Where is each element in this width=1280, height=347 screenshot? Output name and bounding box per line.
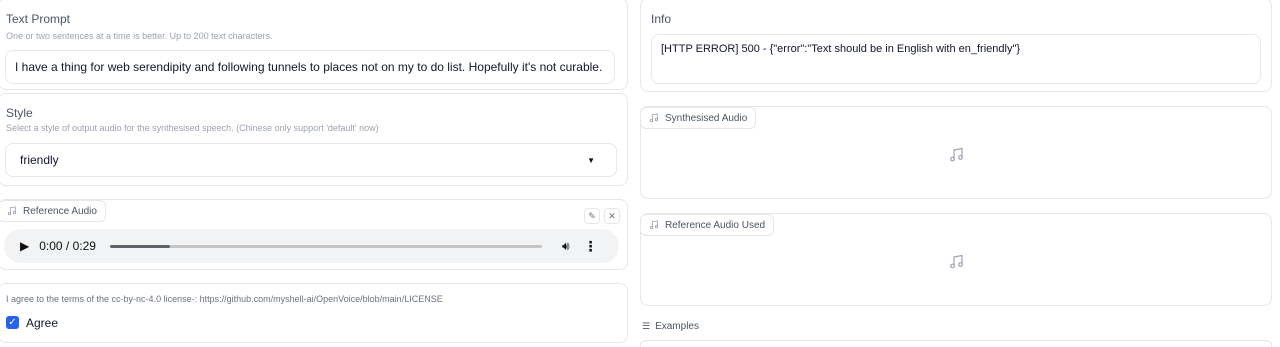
reference-audio-used-chip: Reference Audio Used [640,214,775,236]
info-output: [HTTP ERROR] 500 - {"error":"Text should… [651,34,1261,84]
style-dropdown[interactable]: friendly ▼ [5,143,617,177]
style-panel: Style Select a style of output audio for… [0,93,628,186]
examples-label: Examples [655,321,699,332]
text-prompt-label: Text Prompt [6,12,71,26]
audio-progress-track[interactable] [109,244,542,248]
more-options-icon[interactable]: ⋮ [584,238,598,255]
examples-table [640,340,1272,347]
reference-audio-label: Reference Audio [23,205,97,217]
agree-checkbox[interactable]: ✓ [6,316,19,329]
synthesised-audio-label: Synthesised Audio [665,112,748,124]
agree-label[interactable]: Agree [26,316,58,330]
text-prompt-input[interactable]: I have a thing for web serendipity and f… [5,50,615,84]
audio-player[interactable]: ▶ 0:00 / 0:29 🔊︎ ⋮ [4,229,619,263]
edit-icon[interactable]: ✎ [584,208,600,224]
volume-icon[interactable]: 🔊︎ [562,239,570,254]
audio-time: 0:00 / 0:29 [39,239,96,253]
style-selected-value: friendly [20,153,59,167]
audio-progress-fill [109,244,171,248]
synthesised-audio-chip: Synthesised Audio [640,107,757,129]
music-note-icon [649,113,659,123]
style-description: Select a style of output audio for the s… [6,123,379,133]
info-panel: Info [HTTP ERROR] 500 - {"error":"Text s… [640,0,1272,92]
music-note-icon [7,206,17,216]
close-icon[interactable]: ✕ [604,208,620,224]
text-prompt-panel: Text Prompt One or two sentences at a ti… [0,0,628,90]
synthesised-audio-panel: Synthesised Audio [640,106,1272,199]
play-icon[interactable]: ▶ [20,239,29,253]
text-prompt-description: One or two sentences at a time is better… [6,31,273,41]
style-label: Style [6,106,33,120]
examples-header[interactable]: ☰ Examples [642,321,699,332]
music-note-icon [950,254,963,269]
music-note-icon [950,147,963,162]
list-icon: ☰ [642,321,651,331]
reference-audio-panel: Reference Audio ✎ ✕ ▶ 0:00 / 0:29 🔊︎ ⋮ [0,199,628,270]
license-panel: I agree to the terms of the cc-by-nc-4.0… [0,283,628,343]
license-text: I agree to the terms of the cc-by-nc-4.0… [6,294,443,304]
chevron-down-icon: ▼ [587,155,595,165]
info-label: Info [651,12,672,26]
reference-audio-used-label: Reference Audio Used [665,219,766,231]
reference-audio-chip: Reference Audio [0,200,106,222]
music-note-icon [649,220,659,230]
reference-audio-used-panel: Reference Audio Used [640,213,1272,306]
